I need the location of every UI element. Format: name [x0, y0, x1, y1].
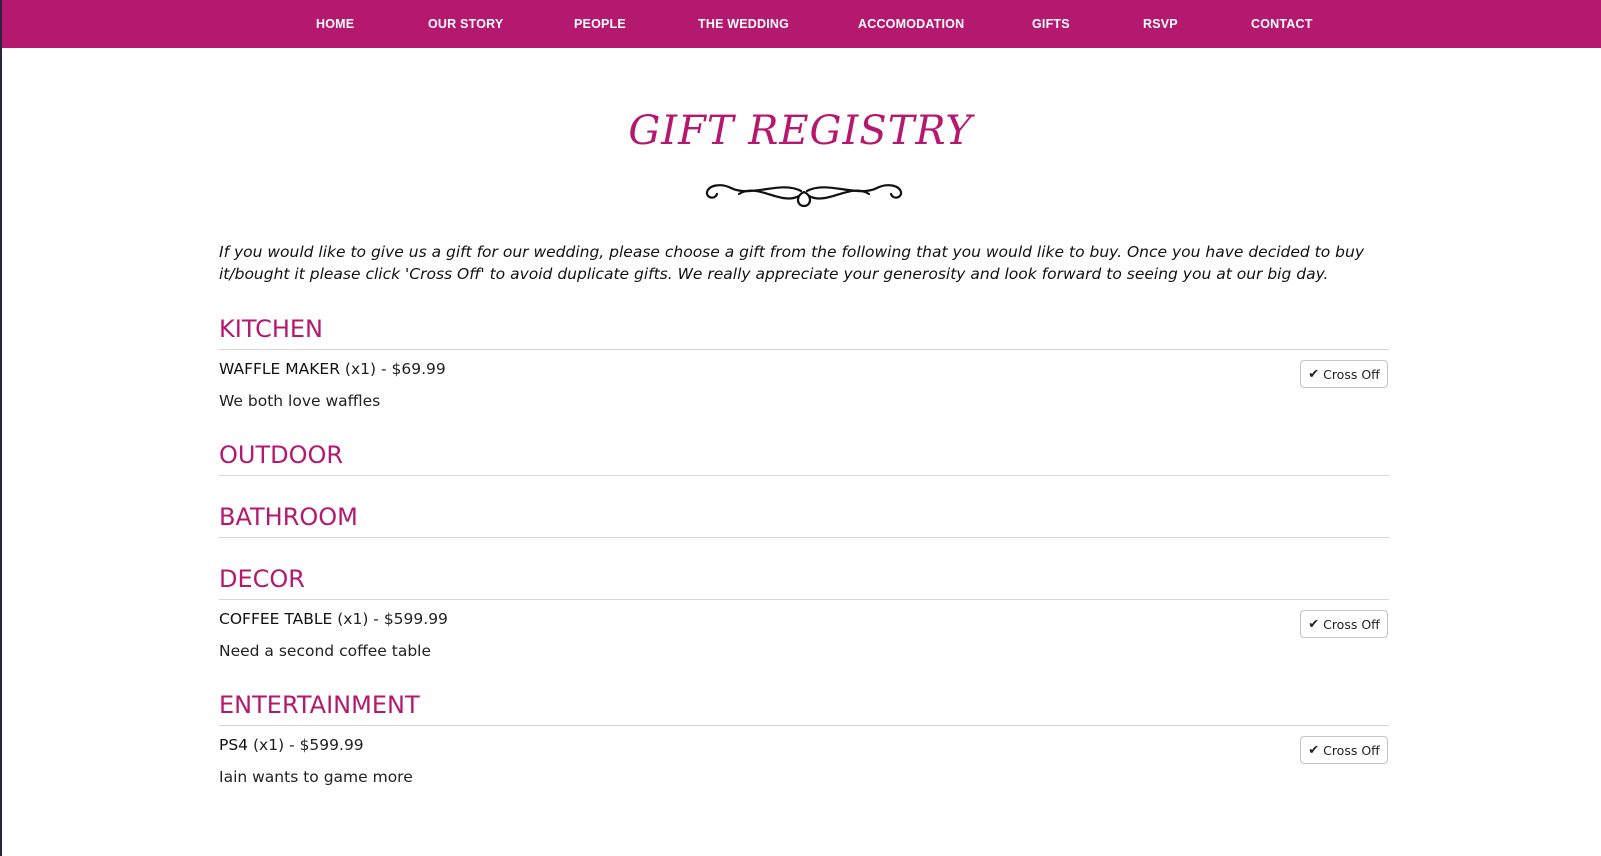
section-heading-bathroom: BATHROOM: [219, 503, 358, 531]
main-nav: HOME OUR STORY PEOPLE THE WEDDING ACCOMO…: [2, 0, 1601, 48]
check-icon: ✔: [1308, 366, 1320, 382]
gift-item-title: PS4 (x1) - $599.99: [219, 736, 364, 754]
nav-item-home[interactable]: HOME: [316, 17, 354, 31]
section-heading-kitchen: KITCHEN: [219, 315, 323, 343]
section-heading-entertainment: ENTERTAINMENT: [219, 691, 420, 719]
nav-item-rsvp[interactable]: RSVP: [1143, 17, 1178, 31]
nav-item-people[interactable]: PEOPLE: [574, 17, 626, 31]
nav-item-gifts[interactable]: GIFTS: [1032, 17, 1070, 31]
cross-off-label: Cross Off: [1323, 742, 1380, 758]
section-divider: [219, 537, 1389, 538]
gift-item-title: COFFEE TABLE (x1) - $599.99: [219, 610, 448, 628]
page-title: GIFT REGISTRY: [628, 108, 973, 154]
intro-text: If you would like to give us a gift for …: [219, 243, 1365, 283]
cross-off-button[interactable]: ✔ Cross Off: [1300, 736, 1388, 764]
section-divider: [219, 599, 1389, 600]
gift-item-title: WAFFLE MAKER (x1) - $69.99: [219, 360, 446, 378]
gift-item-detail: (x1) - $599.99: [337, 610, 448, 628]
check-icon: ✔: [1308, 742, 1320, 758]
section-divider: [219, 349, 1389, 350]
section-heading-outdoor: OUTDOOR: [219, 441, 344, 469]
gift-item-description: Iain wants to game more: [219, 768, 413, 786]
gift-item-name: PS4: [219, 736, 249, 754]
check-icon: ✔: [1308, 616, 1320, 632]
section-divider: [219, 725, 1389, 726]
section-divider: [219, 475, 1389, 476]
cross-off-button[interactable]: ✔ Cross Off: [1300, 610, 1388, 638]
cross-off-label: Cross Off: [1323, 366, 1380, 382]
section-heading-decor: DECOR: [219, 565, 305, 593]
nav-item-the-wedding[interactable]: THE WEDDING: [698, 17, 789, 31]
gift-item-description: We both love waffles: [219, 392, 381, 410]
cross-off-button[interactable]: ✔ Cross Off: [1300, 360, 1388, 388]
gift-item-name: WAFFLE MAKER: [219, 360, 340, 378]
flourish-ornament-icon: [705, 184, 903, 208]
nav-item-accomodation[interactable]: ACCOMODATION: [858, 17, 964, 31]
cross-off-label: Cross Off: [1323, 616, 1380, 632]
nav-item-contact[interactable]: CONTACT: [1251, 17, 1313, 31]
gift-item-detail: (x1) - $69.99: [344, 360, 446, 378]
gift-item-detail: (x1) - $599.99: [253, 736, 364, 754]
nav-item-our-story[interactable]: OUR STORY: [428, 17, 503, 31]
gift-item-name: COFFEE TABLE: [219, 610, 333, 628]
gift-item-description: Need a second coffee table: [219, 642, 432, 660]
